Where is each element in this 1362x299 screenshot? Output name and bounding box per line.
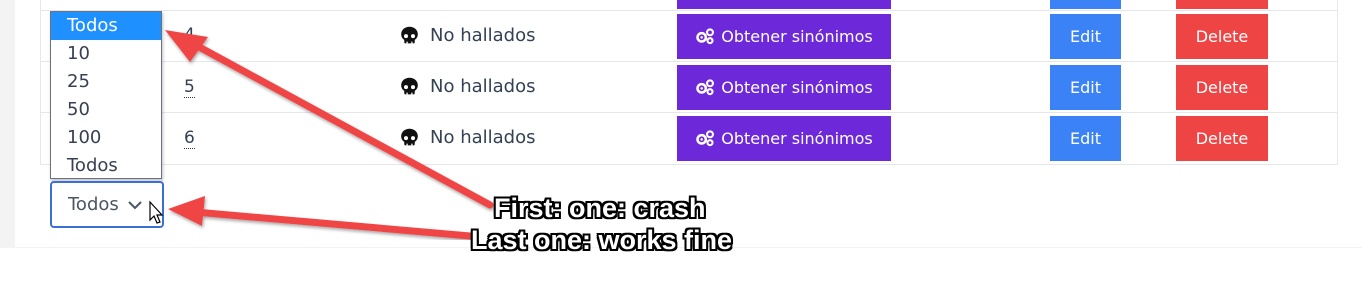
mouse-cursor-icon [149, 200, 164, 224]
arrow-to-select-box [168, 196, 474, 240]
arrow-to-first-option [165, 30, 494, 209]
annotation-line-1: First: one: crash [494, 193, 706, 223]
annotation-line-2: Last one: works fine [471, 225, 733, 255]
screenshot-root: 4 No hallados Obtener sinónimos Edit Del… [0, 0, 1362, 299]
